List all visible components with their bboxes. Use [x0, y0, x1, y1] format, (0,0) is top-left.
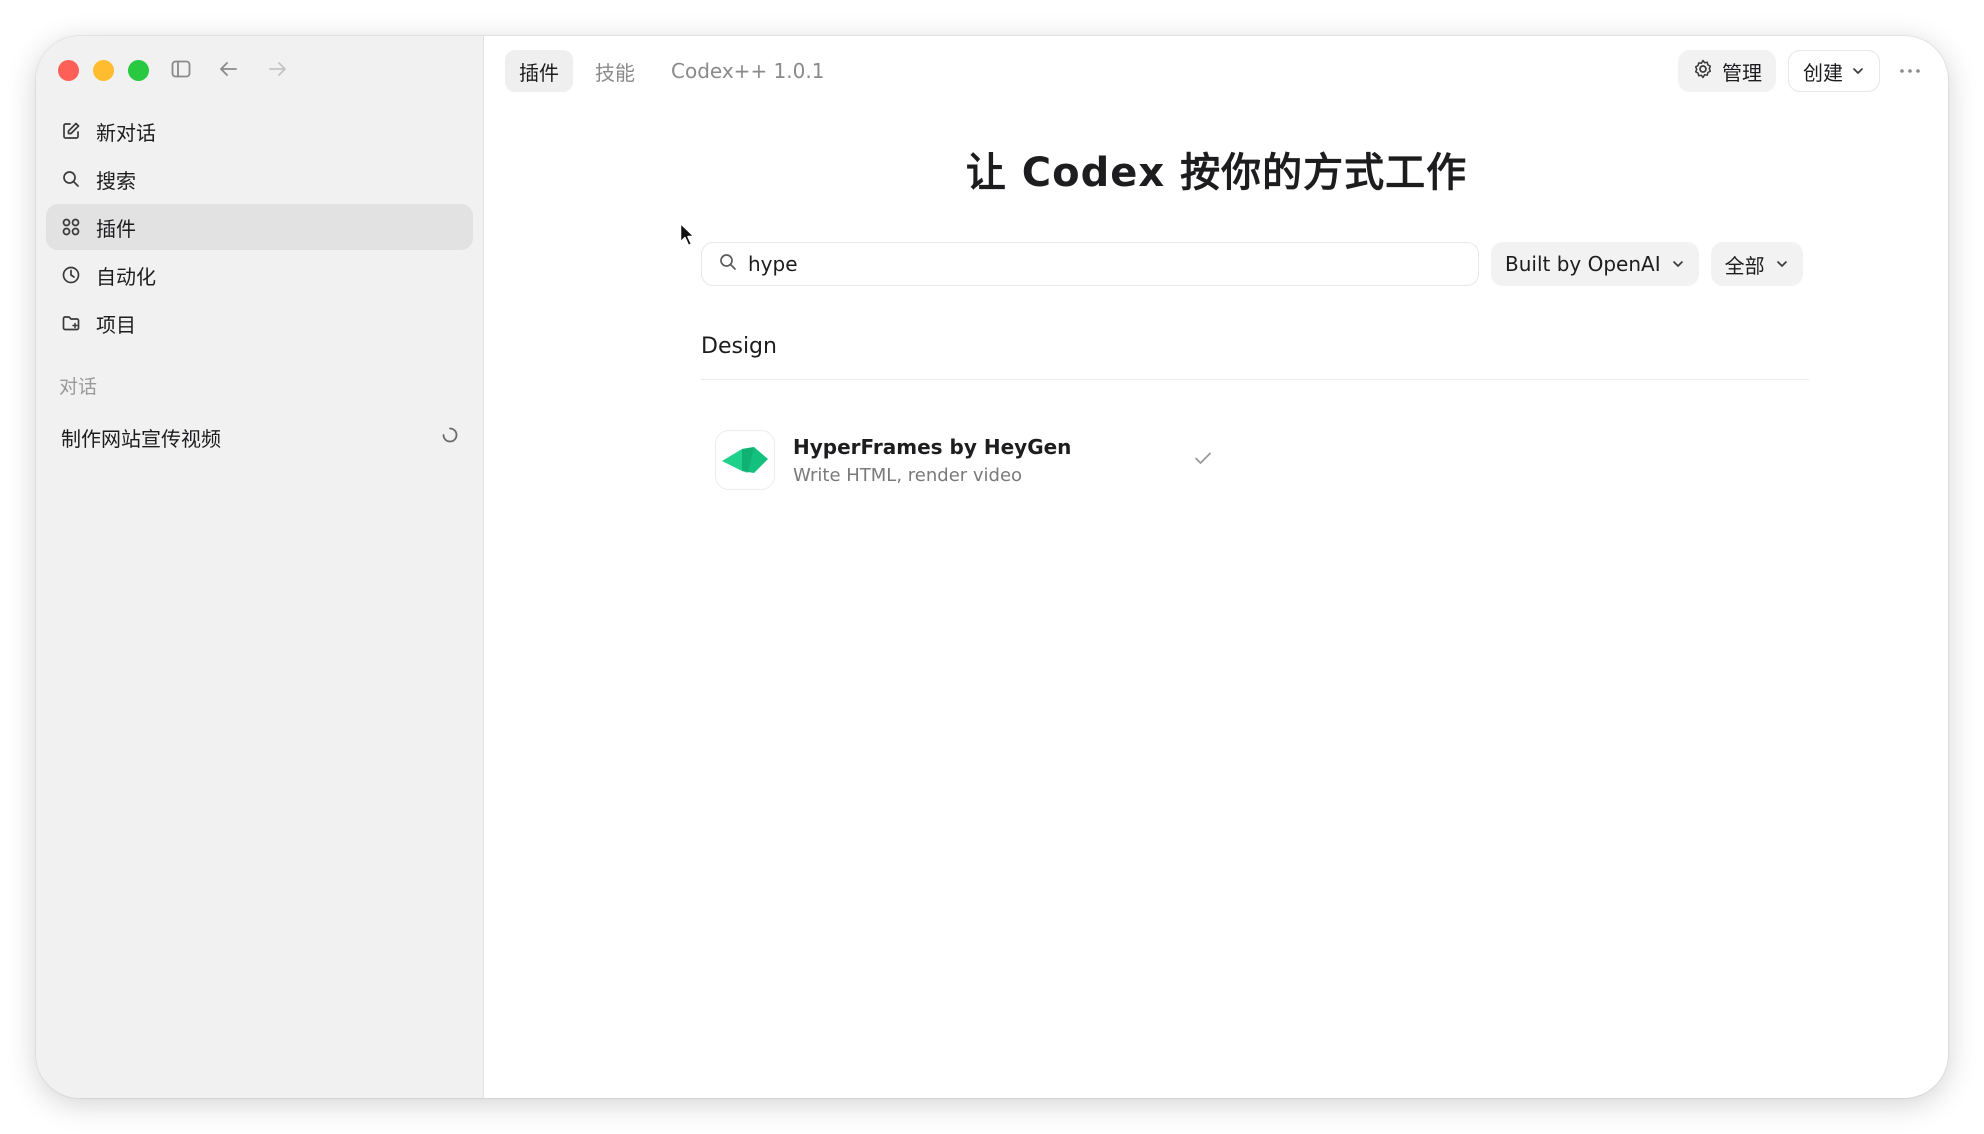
gear-icon	[1692, 58, 1714, 85]
chevron-down-icon	[1671, 252, 1685, 276]
manage-button[interactable]: 管理	[1678, 50, 1776, 92]
sidebar-item-label: 搜索	[96, 168, 136, 193]
folder-icon	[60, 312, 82, 334]
sidebar: 新对话 搜索 插件 自动化 项目 对话 制作网站宣传视频	[36, 36, 484, 1098]
installed-check-icon	[1191, 446, 1215, 474]
tab-codexpp[interactable]: Codex++ 1.0.1	[657, 50, 838, 92]
main-panel: 插件 技能 Codex++ 1.0.1 管理 创建 让 Codex 按你的方式工…	[485, 36, 1948, 1098]
sidebar-item-label: 新对话	[96, 120, 156, 145]
compose-icon	[60, 120, 82, 142]
scope-filter-dropdown[interactable]: 全部	[1710, 242, 1803, 286]
conversations-section-label: 对话	[59, 376, 98, 398]
sidebar-item-label: 自动化	[96, 264, 156, 289]
zoom-window-button[interactable]	[128, 60, 149, 81]
mouse-cursor-icon	[679, 222, 697, 252]
plugins-icon	[60, 216, 82, 238]
page-title: 让 Codex 按你的方式工作	[965, 150, 1468, 196]
sidebar-nav: 新对话 搜索 插件 自动化 项目	[46, 108, 473, 348]
app-window: 新对话 搜索 插件 自动化 项目 对话 制作网站宣传视频 插件 技能 Codex…	[36, 36, 1948, 1098]
sidebar-item-projects[interactable]: 项目	[46, 300, 473, 346]
create-label: 创建	[1803, 60, 1843, 85]
sidebar-toolbar	[168, 56, 290, 82]
loading-spinner-icon	[441, 425, 459, 449]
sidebar-item-label: 项目	[96, 312, 136, 337]
more-options-icon[interactable]	[1892, 50, 1928, 92]
plugin-item[interactable]: HyperFrames by HeyGen Write HTML, render…	[701, 422, 1231, 498]
search-row: Built by OpenAI 全部	[701, 242, 1809, 286]
traffic-lights	[58, 60, 149, 81]
minimize-window-button[interactable]	[93, 60, 114, 81]
plugin-text: HyperFrames by HeyGen Write HTML, render…	[793, 435, 1071, 486]
hyperframes-logo-icon	[715, 430, 775, 490]
close-window-button[interactable]	[58, 60, 79, 81]
chevron-down-icon	[1775, 252, 1789, 276]
plugin-name: HyperFrames by HeyGen	[793, 434, 1072, 459]
scope-filter-label: 全部	[1724, 253, 1765, 278]
sidebar-item-label: 插件	[96, 216, 136, 241]
search-input[interactable]	[748, 252, 1448, 276]
sidebar-item-automation[interactable]: 自动化	[46, 252, 473, 298]
tab-plugins[interactable]: 插件	[505, 50, 573, 92]
top-tabs: 插件 技能 Codex++ 1.0.1	[505, 50, 838, 92]
sidebar-item-search[interactable]: 搜索	[46, 156, 473, 202]
conversation-title: 制作网站宣传视频	[61, 426, 221, 451]
sidebar-item-new-chat[interactable]: 新对话	[46, 108, 473, 154]
back-arrow-icon[interactable]	[216, 56, 242, 82]
search-icon	[718, 252, 738, 276]
clock-icon	[60, 264, 82, 286]
conversation-item[interactable]: 制作网站宣传视频	[46, 414, 473, 460]
builder-filter-dropdown[interactable]: Built by OpenAI	[1491, 242, 1699, 286]
category-heading: Design	[701, 334, 777, 359]
search-box[interactable]	[701, 242, 1479, 286]
chevron-down-icon	[1851, 59, 1865, 83]
create-button[interactable]: 创建	[1788, 50, 1880, 92]
manage-label: 管理	[1722, 60, 1762, 85]
forward-arrow-icon[interactable]	[264, 56, 290, 82]
search-icon	[60, 168, 82, 190]
plugin-description: Write HTML, render video	[793, 464, 1023, 486]
category-divider	[701, 379, 1809, 380]
sidebar-toggle-icon[interactable]	[168, 56, 194, 82]
sidebar-item-plugins[interactable]: 插件	[46, 204, 473, 250]
header-actions: 管理 创建	[1678, 50, 1928, 92]
tab-skills[interactable]: 技能	[581, 50, 649, 92]
builder-filter-label: Built by OpenAI	[1505, 252, 1661, 276]
